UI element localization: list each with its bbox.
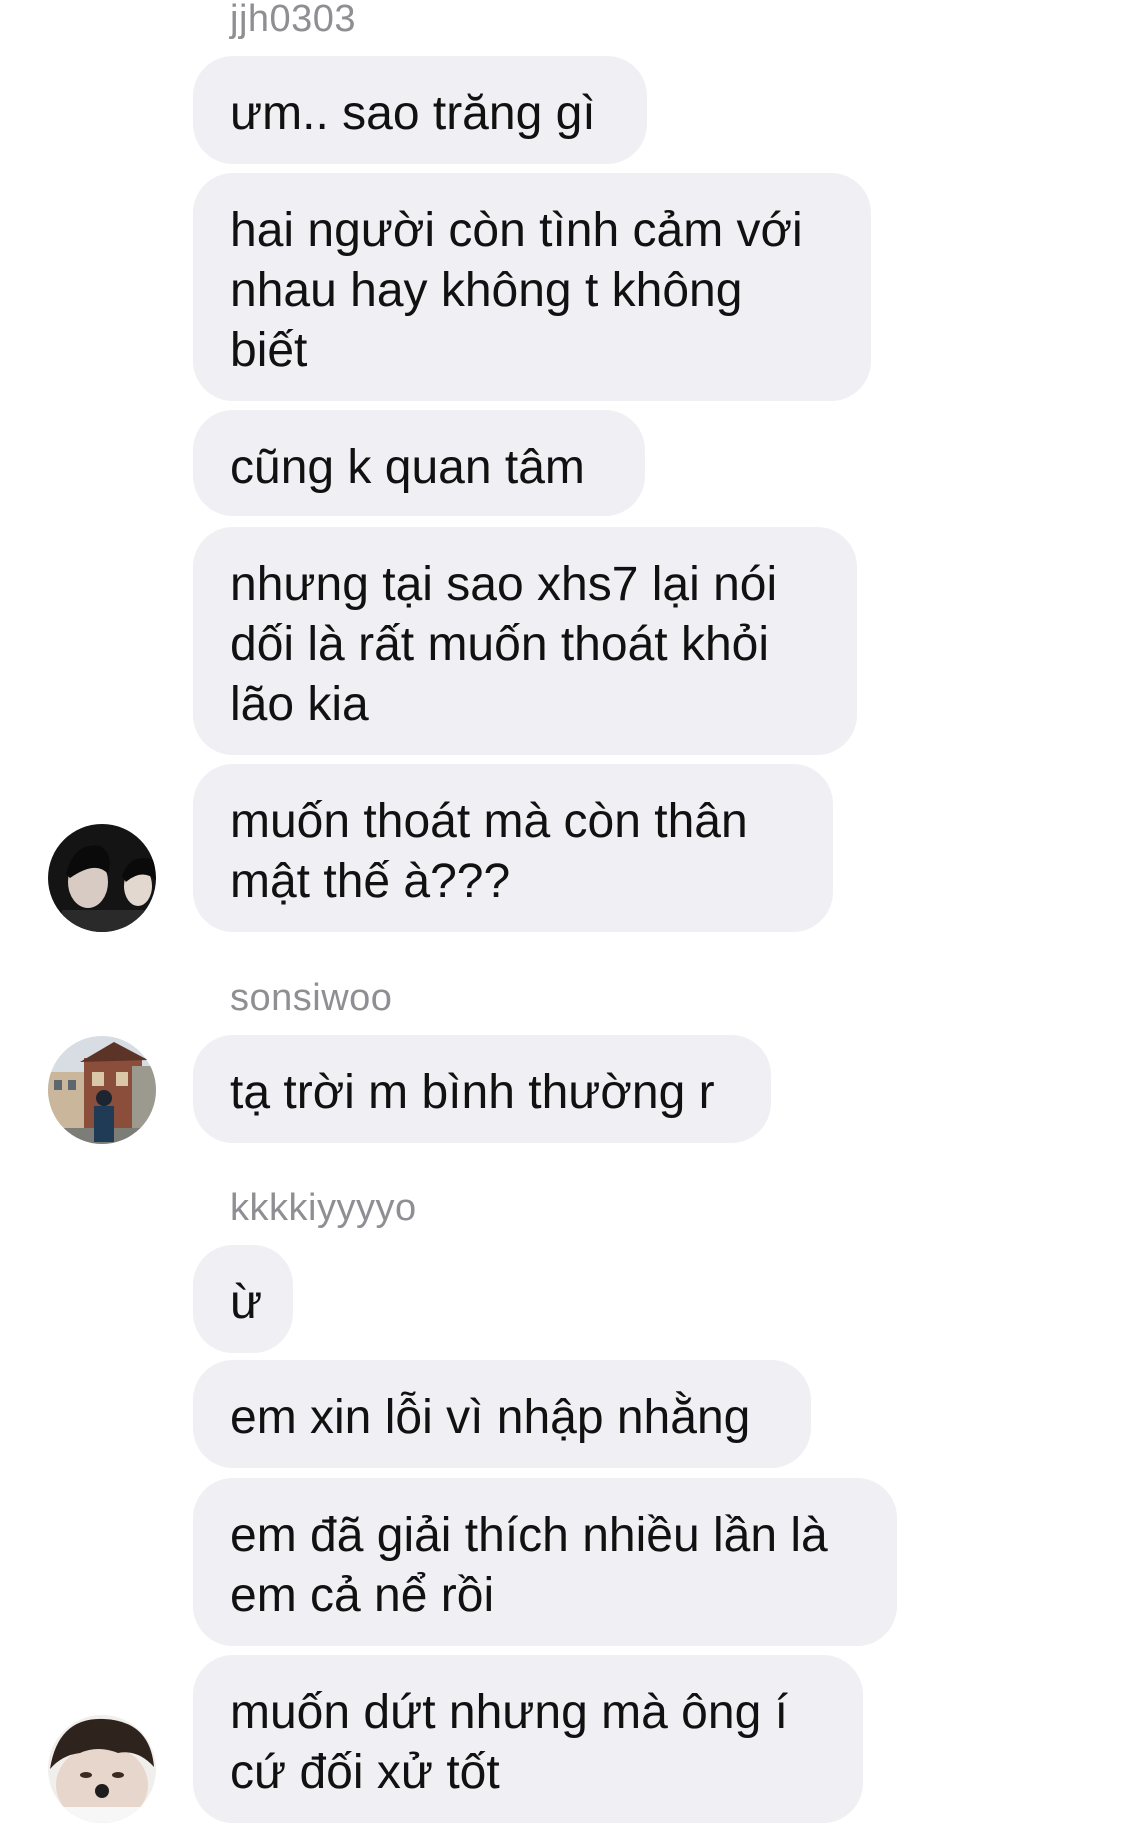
message-bubble[interactable]: tạ trời m bình thường r: [193, 1035, 771, 1143]
message-bubble[interactable]: hai người còn tình cảm với nhau hay khôn…: [193, 173, 871, 401]
message-bubble[interactable]: muốn dứt nhưng mà ông í cứ đối xử tốt: [193, 1655, 863, 1823]
chat-thread[interactable]: jjh0303 ưm.. sao trăng gì hai người còn …: [0, 0, 1125, 1828]
message-bubble[interactable]: nhưng tại sao xhs7 lại nói dối là rất mu…: [193, 527, 857, 755]
message-bubble[interactable]: cũng k quan tâm: [193, 410, 645, 516]
message-bubble[interactable]: muốn thoát mà còn thân mật thế à???: [193, 764, 833, 932]
message-bubble[interactable]: em đã giải thích nhiều lần là em cả nể r…: [193, 1478, 897, 1646]
sender-name: sonsiwoo: [230, 977, 393, 1019]
avatar-sonsiwoo[interactable]: [48, 1036, 156, 1144]
message-bubble[interactable]: ừ: [193, 1245, 293, 1353]
message-bubble[interactable]: ưm.. sao trăng gì: [193, 56, 647, 164]
avatar-kkkkiyyyyo[interactable]: [48, 1715, 156, 1823]
sender-name: jjh0303: [230, 0, 357, 40]
sender-name: kkkkiyyyyo: [230, 1187, 417, 1229]
avatar-jjh0303[interactable]: [48, 824, 156, 932]
message-bubble[interactable]: em xin lỗi vì nhập nhằng: [193, 1360, 811, 1468]
